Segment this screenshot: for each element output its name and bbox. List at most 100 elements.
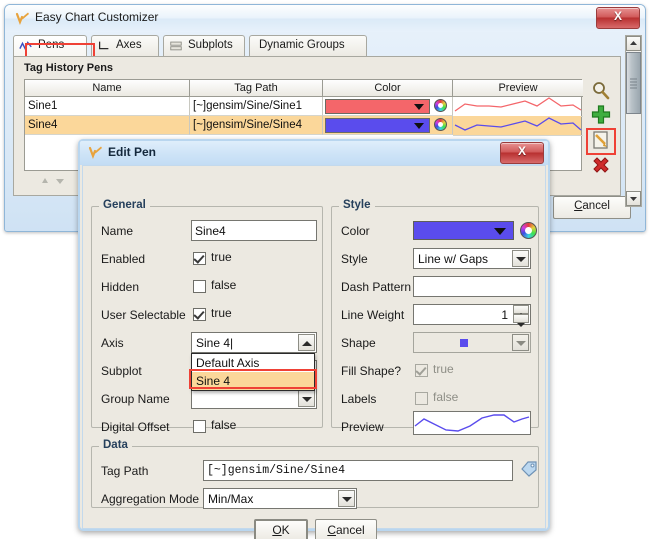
ok-button[interactable]: OK bbox=[254, 519, 308, 539]
label-subplot: Subplot bbox=[101, 364, 142, 378]
search-button[interactable] bbox=[589, 79, 613, 103]
line-chart-icon bbox=[19, 41, 32, 51]
tag-history-pens-label: Tag History Pens bbox=[24, 62, 114, 74]
user-selectable-checkbox[interactable] bbox=[193, 308, 206, 321]
tab-dynamic-groups[interactable]: Dynamic Groups bbox=[249, 35, 367, 56]
axis-combo-value: Sine 4 bbox=[196, 336, 231, 350]
tag-icon[interactable] bbox=[520, 460, 538, 478]
table-row[interactable]: Sine1 [~]gensim/Sine/Sine1 bbox=[25, 97, 583, 117]
cell-tag-path: [~]gensim/Sine/Sine1 bbox=[190, 97, 323, 116]
hidden-checkbox[interactable] bbox=[193, 280, 206, 293]
digital-offset-checkbox[interactable] bbox=[193, 420, 206, 433]
dash-pattern-input[interactable] bbox=[413, 276, 531, 297]
label-aggregation-mode: Aggregation Mode bbox=[101, 492, 200, 506]
group-name-combo[interactable] bbox=[191, 388, 317, 409]
label-hidden: Hidden bbox=[101, 280, 140, 294]
edit-button[interactable] bbox=[589, 128, 613, 152]
color-wheel-icon[interactable] bbox=[434, 99, 447, 112]
axis-combo[interactable]: Sine 4| bbox=[191, 332, 317, 353]
label-axis: Axis bbox=[101, 336, 124, 350]
spinner-down-button[interactable] bbox=[513, 314, 529, 327]
color-wheel-icon[interactable] bbox=[434, 118, 447, 131]
dropdown-option-default-axis[interactable]: Default Axis bbox=[192, 354, 314, 372]
aggregation-mode-button[interactable] bbox=[338, 490, 355, 507]
edit-pen-dialog: Edit Pen X General Name Sine4 Enabled tr… bbox=[78, 139, 550, 539]
dialog-title-bar: Edit Pen X bbox=[80, 141, 548, 165]
label-labels: Labels bbox=[341, 392, 377, 406]
scroll-thumb[interactable] bbox=[626, 52, 641, 114]
dropdown-option-sine-4[interactable]: Sine 4 bbox=[192, 372, 314, 390]
tag-path-input[interactable]: [~]gensim/Sine/Sine4 bbox=[203, 460, 513, 481]
color-swatch[interactable] bbox=[413, 221, 514, 240]
reorder-arrows[interactable] bbox=[38, 175, 74, 187]
dialog-close-button[interactable]: X bbox=[500, 142, 544, 164]
dialog-cancel-mnemonic: C bbox=[327, 523, 336, 537]
square-glyph-icon bbox=[460, 339, 468, 347]
pen-check-icon bbox=[88, 146, 102, 160]
scroll-down-button[interactable] bbox=[626, 191, 641, 206]
enabled-value: true bbox=[211, 250, 232, 264]
preview-sparkline bbox=[454, 117, 582, 131]
chevron-down-icon bbox=[342, 497, 352, 502]
color-swatch[interactable] bbox=[325, 99, 430, 114]
color-swatch[interactable] bbox=[325, 118, 430, 133]
row-reorder-controls bbox=[38, 174, 74, 186]
chevron-down-icon bbox=[302, 397, 312, 402]
main-close-button[interactable]: X bbox=[596, 7, 640, 29]
data-legend: Data bbox=[99, 439, 132, 451]
delete-button[interactable] bbox=[589, 155, 613, 179]
pens-table-header: Name Tag Path Color Preview bbox=[25, 80, 583, 97]
cell-color[interactable] bbox=[323, 97, 453, 116]
ok-label: K bbox=[281, 523, 290, 537]
pen-check-icon bbox=[15, 12, 29, 26]
label-enabled: Enabled bbox=[101, 252, 146, 266]
thumb-grip bbox=[630, 78, 637, 89]
chevron-down-icon bbox=[630, 197, 637, 201]
aggregation-mode-combo[interactable]: Min/Max bbox=[203, 488, 357, 509]
tab-dynamic-groups-label: Dynamic Groups bbox=[259, 39, 345, 51]
tab-axes[interactable]: Axes bbox=[91, 35, 159, 56]
fill-shape-checkbox[interactable] bbox=[415, 364, 428, 377]
shape-combo[interactable] bbox=[413, 332, 531, 353]
scroll-up-button[interactable] bbox=[626, 36, 641, 51]
style-combo[interactable]: Line w/ Gaps bbox=[413, 248, 531, 269]
chevron-down-icon bbox=[414, 104, 424, 110]
column-header-name[interactable]: Name bbox=[25, 80, 190, 97]
dialog-cancel-label: ancel bbox=[335, 523, 365, 537]
axis-combo-button[interactable] bbox=[298, 334, 315, 351]
column-header-preview[interactable]: Preview bbox=[453, 80, 583, 97]
labels-checkbox[interactable] bbox=[415, 392, 428, 405]
group-name-combo-button[interactable] bbox=[298, 390, 315, 407]
axes-icon bbox=[99, 41, 109, 50]
axis-dropdown-list[interactable]: Default Axis Sine 4 bbox=[191, 353, 315, 391]
cell-name: Sine4 bbox=[25, 116, 190, 135]
spinner-up-button[interactable] bbox=[513, 305, 529, 317]
table-row[interactable]: Sine4 [~]gensim/Sine/Sine4 bbox=[25, 116, 583, 136]
chevron-down-icon bbox=[494, 228, 506, 235]
tab-subplots[interactable]: Subplots bbox=[163, 35, 245, 56]
column-header-color[interactable]: Color bbox=[323, 80, 453, 97]
main-cancel-button[interactable]: Cancel bbox=[553, 196, 631, 219]
add-button[interactable] bbox=[589, 103, 613, 127]
tab-pens[interactable]: Pens bbox=[13, 35, 87, 56]
style-combo-value: Line w/ Gaps bbox=[418, 252, 489, 266]
dialog-cancel-button[interactable]: Cancel bbox=[315, 519, 377, 539]
label-dash-pattern: Dash Pattern bbox=[341, 280, 412, 294]
style-combo-button[interactable] bbox=[512, 250, 529, 267]
pens-toolbar bbox=[586, 79, 616, 189]
shape-combo-button[interactable] bbox=[512, 334, 529, 351]
cell-color[interactable] bbox=[323, 116, 453, 135]
main-scrollbar[interactable] bbox=[625, 35, 642, 207]
color-wheel-icon[interactable] bbox=[520, 222, 537, 239]
label-color: Color bbox=[341, 224, 370, 238]
search-icon bbox=[593, 82, 610, 100]
main-window-title: Easy Chart Customizer bbox=[35, 10, 159, 24]
subplots-icon bbox=[170, 41, 182, 51]
column-header-tag-path[interactable]: Tag Path bbox=[190, 80, 323, 97]
chevron-down-icon bbox=[414, 123, 424, 129]
line-weight-spinner[interactable] bbox=[513, 305, 529, 327]
delete-icon bbox=[593, 157, 609, 173]
name-input[interactable]: Sine4 bbox=[191, 220, 317, 241]
chevron-down-icon bbox=[517, 323, 525, 327]
enabled-checkbox[interactable] bbox=[193, 252, 206, 265]
